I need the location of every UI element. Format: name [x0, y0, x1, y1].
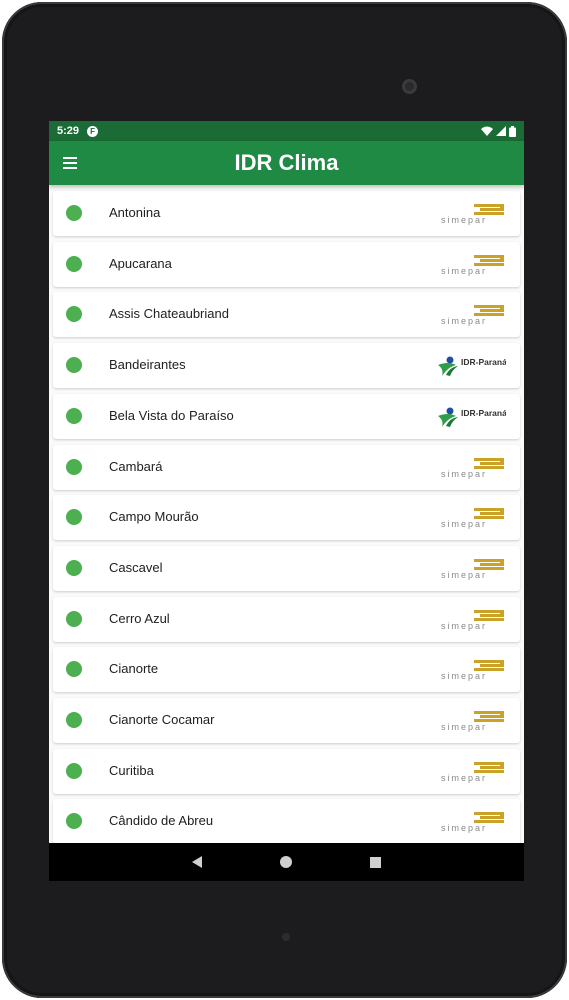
- simepar-logo-text: simepar: [441, 671, 487, 681]
- station-name: Bela Vista do Paraíso: [109, 407, 234, 423]
- simepar-logo-text: simepar: [441, 773, 487, 783]
- station-list-item[interactable]: Cerro Azul simepar: [53, 596, 520, 642]
- status-dot-icon: [66, 712, 82, 728]
- station-name: Cambará: [109, 458, 163, 474]
- idr-parana-logo-text: IDR-Paraná: [461, 357, 506, 367]
- station-list-item[interactable]: Campo Mourão simepar: [53, 495, 520, 541]
- station-name: Cascavel: [109, 559, 163, 575]
- simepar-logo-text: simepar: [441, 621, 487, 631]
- tablet-device-frame: 5:29 F IDR Clima Antonina simepar Apucar…: [2, 2, 567, 998]
- simepar-logo: simepar: [441, 305, 504, 326]
- station-list-item[interactable]: Cambará simepar: [53, 444, 520, 490]
- station-name: Curitiba: [109, 762, 154, 778]
- station-list-item[interactable]: Bela Vista do Paraíso IDR-Paraná: [53, 393, 520, 439]
- simepar-logo: simepar: [441, 457, 504, 479]
- station-list-item[interactable]: Bandeirantes IDR-Paraná: [53, 343, 520, 389]
- flutter-icon: F: [87, 125, 99, 137]
- simepar-logo: simepar: [441, 558, 504, 580]
- status-dot-icon: [66, 762, 82, 779]
- simepar-logo: simepar: [441, 812, 504, 833]
- status-dot-icon: [66, 407, 82, 424]
- station-list-item[interactable]: Cascavel simepar: [53, 545, 520, 591]
- station-list-item[interactable]: Cianorte Cocamar simepar: [53, 698, 520, 743]
- simepar-logo-text: simepar: [441, 570, 487, 580]
- station-list-item[interactable]: Cianorte simepar: [53, 647, 520, 693]
- wifi-icon: [481, 126, 493, 136]
- app-bar: IDR Clima: [49, 141, 524, 185]
- status-dot-icon: [66, 205, 82, 221]
- status-dot-icon: [66, 509, 82, 526]
- status-dot-icon: [66, 458, 82, 475]
- simepar-logo: simepar: [441, 254, 504, 276]
- station-list-item[interactable]: Curitiba simepar: [53, 748, 520, 794]
- idr-parana-logo: IDR-Paraná: [438, 356, 506, 377]
- station-name: Cianorte: [109, 661, 159, 677]
- station-list-item[interactable]: Cândido de Abreu simepar: [53, 799, 520, 843]
- front-camera: [402, 79, 417, 94]
- simepar-logo-text: simepar: [441, 215, 487, 225]
- navigation-bar: [49, 843, 524, 881]
- simepar-logo: simepar: [441, 761, 504, 783]
- back-triangle-icon[interactable]: [192, 856, 202, 868]
- station-name: Apucarana: [109, 255, 172, 271]
- station-name: Assis Chateaubriand: [109, 306, 229, 322]
- simepar-logo-text: simepar: [441, 823, 487, 833]
- signal-icon: [496, 126, 506, 136]
- status-dot-icon: [66, 255, 82, 272]
- status-dot-icon: [66, 610, 82, 627]
- status-dot-icon: [66, 306, 82, 323]
- status-dot-icon: [66, 813, 82, 830]
- station-list[interactable]: Antonina simepar Apucarana simepar Assis Cha…: [49, 185, 524, 843]
- station-list-item[interactable]: Assis Chateaubriand simepar: [53, 292, 520, 338]
- status-dot-icon: [66, 559, 82, 576]
- station-list-item[interactable]: Antonina simepar: [53, 191, 520, 236]
- simepar-logo-text: simepar: [441, 316, 487, 326]
- proximity-sensor: [282, 933, 290, 941]
- simepar-logo-text: simepar: [441, 469, 487, 479]
- status-dot-icon: [66, 661, 82, 678]
- station-name: Cerro Azul: [109, 610, 170, 626]
- idr-parana-logo-text: IDR-Paraná: [461, 408, 506, 418]
- simepar-logo-text: simepar: [441, 722, 487, 732]
- status-dot-icon: [66, 357, 82, 374]
- app-title: IDR Clima: [234, 150, 339, 175]
- screen: 5:29 F IDR Clima Antonina simepar Apucar…: [49, 121, 524, 881]
- hamburger-menu-icon[interactable]: [63, 154, 79, 172]
- simepar-logo: simepar: [441, 609, 504, 631]
- simepar-logo-text: simepar: [441, 519, 487, 529]
- recents-square-icon[interactable]: [370, 856, 381, 868]
- status-time: 5:29: [57, 125, 80, 137]
- station-name: Bandeirantes: [109, 357, 186, 373]
- battery-icon: [509, 125, 516, 137]
- station-name: Campo Mourão: [109, 509, 199, 525]
- simepar-logo: simepar: [441, 508, 504, 529]
- station-list-item[interactable]: Apucarana simepar: [53, 241, 520, 287]
- station-name: Antonina: [109, 205, 161, 220]
- simepar-logo: simepar: [441, 660, 504, 681]
- home-circle-icon[interactable]: [280, 856, 292, 868]
- station-name: Cândido de Abreu: [109, 813, 214, 829]
- simepar-logo-text: simepar: [441, 266, 487, 276]
- station-name: Cianorte Cocamar: [109, 712, 215, 727]
- simepar-logo: simepar: [441, 711, 504, 732]
- idr-parana-logo: IDR-Paraná: [438, 407, 506, 427]
- status-bar: 5:29 F: [49, 121, 524, 141]
- simepar-logo: simepar: [441, 204, 504, 225]
